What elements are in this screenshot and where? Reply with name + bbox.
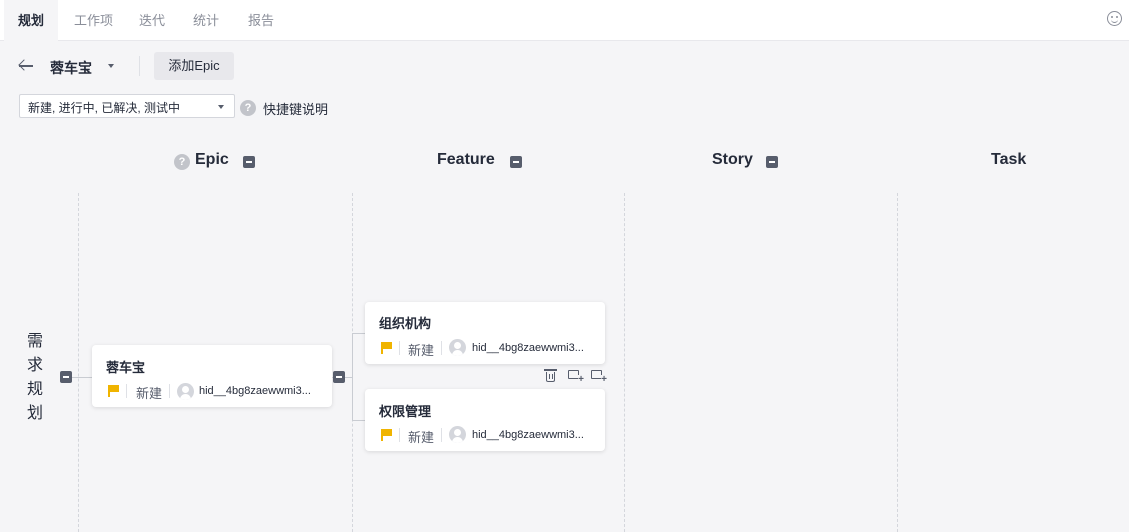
collapse-feature-icon[interactable] — [510, 156, 522, 168]
epic-status[interactable]: 新建 — [136, 383, 162, 402]
column-header-epic: Epic — [195, 151, 229, 168]
assignee-avatar — [449, 339, 466, 356]
card-divider — [126, 384, 127, 398]
add-child-icon[interactable] — [568, 370, 584, 385]
connector-line — [72, 377, 92, 378]
tab-iterations[interactable]: 迭代 — [139, 0, 165, 41]
feature-card[interactable]: 权限管理 新建 hid__4bg8zaewwmi3... — [365, 389, 605, 451]
collapse-epic-icon[interactable] — [243, 156, 255, 168]
feature-status[interactable]: 新建 — [408, 427, 434, 446]
tab-bar: 规划 工作项 迭代 统计 报告 — [0, 0, 1129, 41]
card-divider — [399, 341, 400, 355]
card-divider — [169, 384, 170, 398]
feature-card-title: 组织机构 — [379, 316, 432, 331]
row-label-requirement-planning: 需求规划 — [26, 333, 43, 422]
status-filter-select[interactable]: 新建, 进行中, 已解决, 测试中 — [19, 94, 235, 118]
epic-card[interactable]: 蓉车宝 新建 hid__4bg8zaewwmi3... — [92, 345, 332, 407]
collapse-row-icon[interactable] — [60, 371, 72, 383]
delete-icon[interactable] — [544, 369, 557, 382]
column-divider — [897, 193, 898, 532]
priority-flag-icon[interactable] — [381, 342, 392, 354]
assignee-name[interactable]: hid__4bg8zaewwmi3... — [199, 385, 311, 397]
column-header-story: Story — [712, 151, 753, 168]
connector-line — [352, 333, 353, 421]
chevron-down-icon — [218, 105, 224, 109]
status-filter-value: 新建, 进行中, 已解决, 测试中 — [28, 101, 181, 115]
feature-status[interactable]: 新建 — [408, 340, 434, 359]
column-header-task: Task — [991, 151, 1027, 168]
connector-line — [352, 333, 365, 334]
priority-flag-icon[interactable] — [381, 429, 392, 441]
assignee-avatar — [177, 383, 194, 400]
priority-flag-icon[interactable] — [108, 385, 119, 397]
column-header-feature: Feature — [437, 151, 495, 168]
feature-card[interactable]: 组织机构 新建 hid__4bg8zaewwmi3... — [365, 302, 605, 364]
tab-reports[interactable]: 报告 — [248, 0, 274, 41]
column-divider — [78, 193, 79, 532]
tab-planning[interactable]: 规划 — [4, 0, 59, 41]
shortcut-help-link[interactable]: 快捷键说明 — [263, 99, 328, 118]
column-divider — [624, 193, 625, 532]
connector-line — [352, 420, 365, 421]
add-sibling-icon[interactable] — [591, 370, 607, 385]
card-divider — [441, 428, 442, 442]
card-divider — [441, 341, 442, 355]
assignee-name[interactable]: hid__4bg8zaewwmi3... — [472, 429, 584, 441]
epic-card-title: 蓉车宝 — [106, 360, 146, 375]
back-arrow-icon[interactable] — [18, 58, 34, 74]
epic-help-icon[interactable]: ? — [174, 154, 190, 170]
collapse-epic-children-icon[interactable] — [333, 371, 345, 383]
assignee-avatar — [449, 426, 466, 443]
add-epic-button[interactable]: 添加Epic — [154, 52, 234, 80]
tab-statistics[interactable]: 统计 — [193, 0, 219, 41]
feedback-smile-icon[interactable] — [1107, 11, 1122, 26]
tab-work-items[interactable]: 工作项 — [74, 0, 113, 41]
feature-card-title: 权限管理 — [379, 404, 432, 419]
project-name[interactable]: 蓉车宝 — [50, 58, 92, 78]
toolbar-divider — [139, 56, 140, 76]
collapse-story-icon[interactable] — [766, 156, 778, 168]
shortcut-help-icon[interactable]: ? — [240, 100, 256, 116]
project-dropdown-chevron-icon[interactable] — [108, 64, 114, 68]
card-divider — [399, 428, 400, 442]
assignee-name[interactable]: hid__4bg8zaewwmi3... — [472, 342, 584, 354]
